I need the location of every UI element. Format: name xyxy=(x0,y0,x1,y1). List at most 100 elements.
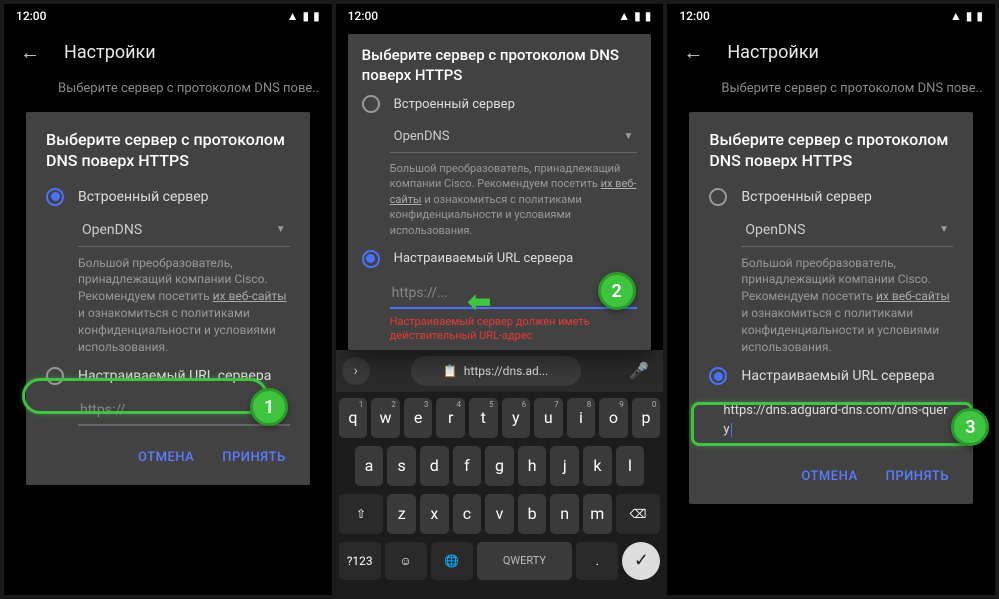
websites-link[interactable]: их веб-сайты xyxy=(213,289,287,303)
enter-key[interactable]: ✓ xyxy=(622,542,660,580)
dialog-title: Выберите сервер с протоколом DNS поверх … xyxy=(46,130,290,172)
tutorial-arrow: ⬅ xyxy=(468,285,491,318)
backspace-key[interactable]: ⌫ xyxy=(616,494,661,534)
key-h[interactable]: h xyxy=(518,446,547,486)
status-time: 12:00 xyxy=(348,9,378,23)
status-time: 12:00 xyxy=(679,9,709,23)
server-description: Большой преобразователь, принадлежащий к… xyxy=(741,255,953,356)
accept-button[interactable]: ПРИНЯТЬ xyxy=(218,444,289,471)
key-l[interactable]: l xyxy=(616,446,645,486)
key-y[interactable]: y6 xyxy=(502,398,531,438)
suggest-expand-icon[interactable]: › xyxy=(342,357,370,385)
screen-2: 12:00 ▲ ▮ ▮ Выберите сервер с протоколом… xyxy=(336,4,664,595)
websites-link[interactable]: их веб-сайты xyxy=(876,289,950,303)
server-description: Большой преобразователь, принадлежащий к… xyxy=(78,255,290,356)
radio-builtin-server[interactable]: Встроенный сервер xyxy=(362,95,638,113)
mic-icon[interactable]: 🎤 xyxy=(621,361,657,380)
suggestion-chip[interactable]: 📋 https://dns.ad... xyxy=(411,356,581,386)
key-t[interactable]: t5 xyxy=(469,398,498,438)
key-u[interactable]: u7 xyxy=(534,398,563,438)
chevron-down-icon: ▼ xyxy=(939,224,949,235)
key-r[interactable]: r4 xyxy=(436,398,465,438)
key-w[interactable]: w2 xyxy=(371,398,400,438)
step-badge-1: 1 xyxy=(250,388,288,426)
dropdown-value: OpenDNS xyxy=(394,129,450,144)
battery-icon: ▮ xyxy=(313,9,320,23)
key-z[interactable]: z xyxy=(387,494,416,534)
radio-icon xyxy=(362,250,380,268)
dns-dialog: Выберите сервер с протоколом DNS поверх … xyxy=(689,112,973,504)
key-i[interactable]: i8 xyxy=(567,398,596,438)
server-dropdown[interactable]: OpenDNS ▼ xyxy=(390,121,638,153)
dialog-title: Выберите сервер с протоколом DNS поверх … xyxy=(709,130,953,172)
key-n[interactable]: n xyxy=(550,494,579,534)
dialog-actions: ОТМЕНА ПРИНЯТЬ xyxy=(46,444,290,471)
radio-icon xyxy=(709,188,727,206)
app-header: ← Настройки xyxy=(4,28,332,77)
soft-keyboard: q1w2e3r4t5y6u7i8o9p0 asdfghjkl ⇧ zxcvbnm… xyxy=(336,392,664,595)
key-a[interactable]: a xyxy=(355,446,384,486)
status-bar: 12:00 ▲ ▮ ▮ xyxy=(4,4,332,28)
status-icons: ▲ ▮ ▮ xyxy=(618,9,651,23)
period-key[interactable]: . xyxy=(576,542,618,580)
radio-label: Встроенный сервер xyxy=(78,189,209,205)
radio-label: Встроенный сервер xyxy=(741,189,872,205)
shift-key[interactable]: ⇧ xyxy=(339,494,384,534)
custom-url-input[interactable]: https://dns.adguard-dns.com/dns-query xyxy=(721,393,953,445)
signal-icon: ▲ xyxy=(287,9,299,23)
back-arrow-icon[interactable]: ← xyxy=(20,40,40,65)
battery-icon: ▮ xyxy=(645,9,652,23)
section-subtitle: Выберите сервер с протоколом DNS пове.. xyxy=(4,77,332,112)
radio-icon xyxy=(46,188,64,206)
cancel-button[interactable]: ОТМЕНА xyxy=(797,463,861,490)
radio-label: Настраиваемый URL сервера xyxy=(394,251,574,266)
radio-label: Встроенный сервер xyxy=(394,97,515,112)
key-b[interactable]: b xyxy=(518,494,547,534)
screen-3: 12:00 ▲ ▮ ▮ ← Настройки Выберите сервер … xyxy=(667,4,995,595)
key-j[interactable]: j xyxy=(550,446,579,486)
key-q[interactable]: q1 xyxy=(339,398,368,438)
kb-row-3: ⇧ zxcvbnm ⌫ xyxy=(339,494,661,534)
cancel-button[interactable]: ОТМЕНА xyxy=(134,444,198,471)
dns-dialog: Выберите сервер с протоколом DNS поверх … xyxy=(348,34,652,350)
server-dropdown[interactable]: OpenDNS ▼ xyxy=(741,214,953,247)
emoji-key[interactable]: ☺ xyxy=(385,542,427,580)
space-key[interactable]: QWERTY xyxy=(477,542,573,580)
dropdown-value: OpenDNS xyxy=(745,222,805,238)
key-s[interactable]: s xyxy=(387,446,416,486)
key-c[interactable]: c xyxy=(453,494,482,534)
url-placeholder: https://... xyxy=(392,285,448,301)
server-description: Большой преобразователь, принадлежащий к… xyxy=(390,161,638,238)
key-v[interactable]: v xyxy=(485,494,514,534)
key-p[interactable]: p0 xyxy=(632,398,661,438)
accept-button[interactable]: ПРИНЯТЬ xyxy=(882,463,953,490)
page-title: Настройки xyxy=(727,42,819,63)
dropdown-value: OpenDNS xyxy=(82,222,142,238)
numeric-key[interactable]: ?123 xyxy=(339,542,381,580)
screen-1: 12:00 ▲ ▮ ▮ ← Настройки Выберите сервер … xyxy=(4,4,332,595)
globe-key[interactable]: 🌐 xyxy=(431,542,473,580)
signal-icon: ▲ xyxy=(950,9,962,23)
radio-builtin-server[interactable]: Встроенный сервер xyxy=(709,188,953,206)
key-g[interactable]: g xyxy=(485,446,514,486)
kb-row-4: ?123 ☺ 🌐 QWERTY . ✓ xyxy=(339,542,661,580)
back-arrow-icon[interactable]: ← xyxy=(683,40,703,65)
radio-custom-url[interactable]: Настраиваемый URL сервера xyxy=(46,367,290,385)
key-m[interactable]: m xyxy=(583,494,612,534)
radio-icon xyxy=(709,367,727,385)
radio-label: Настраиваемый URL сервера xyxy=(78,368,271,384)
key-f[interactable]: f xyxy=(453,446,482,486)
signal-icon: ▲ xyxy=(618,9,630,23)
radio-custom-url[interactable]: Настраиваемый URL сервера xyxy=(709,367,953,385)
key-x[interactable]: x xyxy=(420,494,449,534)
radio-custom-url[interactable]: Настраиваемый URL сервера xyxy=(362,250,638,268)
app-header: ← Настройки xyxy=(667,28,995,77)
radio-builtin-server[interactable]: Встроенный сервер xyxy=(46,188,290,206)
status-time: 12:00 xyxy=(16,9,46,23)
key-d[interactable]: d xyxy=(420,446,449,486)
status-icons: ▲ ▮ ▮ xyxy=(950,9,983,23)
server-dropdown[interactable]: OpenDNS ▼ xyxy=(78,214,290,247)
key-k[interactable]: k xyxy=(583,446,612,486)
key-e[interactable]: e3 xyxy=(404,398,433,438)
key-o[interactable]: o9 xyxy=(599,398,628,438)
